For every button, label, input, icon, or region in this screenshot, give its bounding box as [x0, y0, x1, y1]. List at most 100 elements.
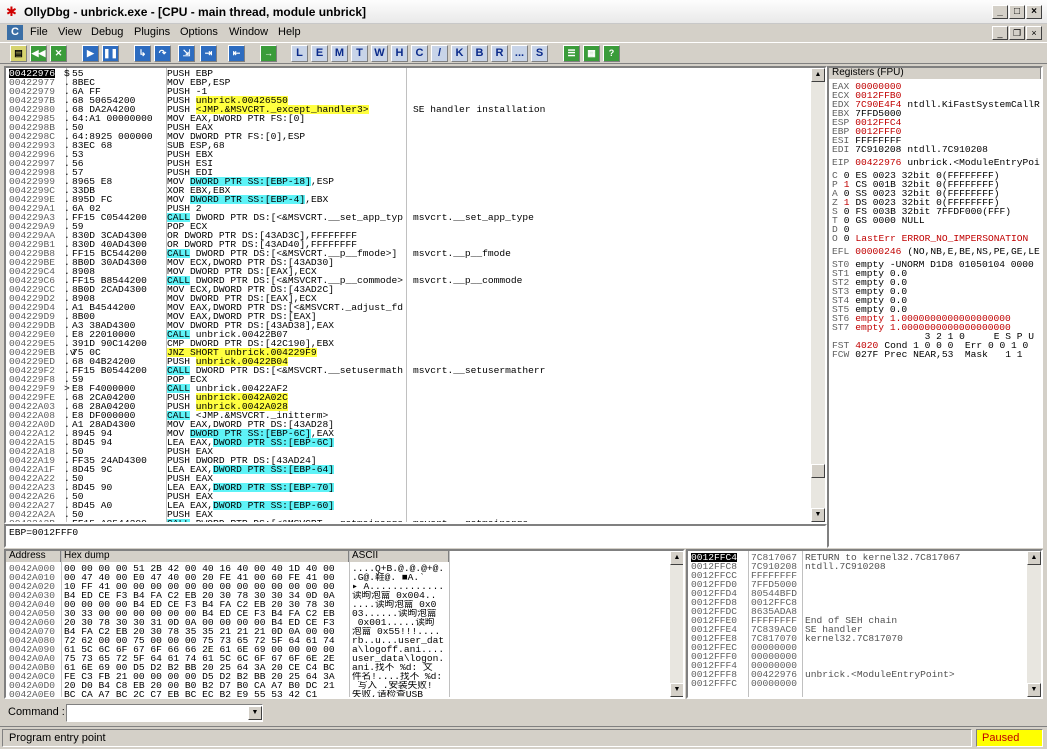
disassembly-scrollbar[interactable]: ▲ ▼	[811, 68, 825, 522]
register-line[interactable]: EFL 00000246 (NO,NB,E,BE,NS,PE,GE,LE)	[832, 247, 1040, 256]
dump-row[interactable]: 0042A0B0 61 6E 69 00 D5 D2 B2 BB 20 25 64…	[6, 663, 683, 673]
disassembly-row[interactable]: 004229BE. 8B0D 30AD4300 MOV ECX,DWORD PTR …	[6, 258, 825, 268]
run-icon[interactable]: ▶	[82, 45, 99, 62]
menu-file[interactable]: File	[30, 26, 48, 38]
scroll-up-icon[interactable]: ▲	[811, 68, 825, 82]
stack-row[interactable]: 0012FFF4 00000000	[688, 661, 1041, 671]
stack-row[interactable]: 0012FFD8 0012FFC8	[688, 598, 1041, 608]
call-stack-button[interactable]: K	[451, 45, 468, 62]
log-window-button[interactable]: L	[291, 45, 308, 62]
dump-header-ascii[interactable]: ASCII	[349, 551, 449, 562]
stack-row[interactable]: 0012FFF8 00422976 unbrick.<ModuleEntryPoin…	[688, 670, 1041, 680]
disassembly-row[interactable]: 00422A19. FF35 24AD4300 PUSH DWORD PTR DS:…	[6, 456, 825, 466]
mdi-close-button[interactable]: ×	[1026, 26, 1042, 40]
grid-icon[interactable]: ▦	[583, 45, 600, 62]
mdi-minimize-button[interactable]: _	[992, 26, 1008, 40]
disassembly-row[interactable]: 00422996. 53 PUSH EBX	[6, 150, 825, 160]
register-line[interactable]: ST1 empty 0.0	[832, 269, 1040, 278]
disassembly-row[interactable]: 00422977. 8BEC MOV EBP,ESP	[6, 78, 825, 88]
register-line[interactable]: ST0 empty -UNORM D1D8 01050104 0000	[832, 260, 1040, 269]
stack-row[interactable]: 0012FFEC 00000000	[688, 643, 1041, 653]
disassembly-row[interactable]: 00422A27. 8D45 A0 LEA EAX,DWORD PTR SS:[EB…	[6, 501, 825, 510]
dump-row[interactable]: 0042A070 B4 FA C2 EB 20 30 78 35 35 21 21…	[6, 627, 683, 637]
command-dropdown-icon[interactable]: ▼	[248, 706, 262, 720]
stack-row[interactable]: 0012FFFC 00000000	[688, 679, 1041, 689]
disassembly-row[interactable]: 00422976 $55 PUSH EBP	[6, 69, 825, 78]
disassembly-row[interactable]: 00422980. 68 DA2A4200 PUSH <JMP.&MSVCRT._e…	[6, 105, 825, 115]
dump-row[interactable]: 0042A020 10 FF 41 00 00 00 00 00 00 00 00…	[6, 582, 683, 592]
menu-debug[interactable]: Debug	[91, 26, 123, 38]
close-button[interactable]: ×	[1026, 5, 1042, 19]
stack-row[interactable]: 0012FFDC 8635ADA8	[688, 607, 1041, 617]
register-line[interactable]: EBX 7FFD5000	[832, 109, 1040, 118]
run-trace-button[interactable]: ...	[511, 45, 528, 62]
register-line[interactable]: ST2 empty 0.0	[832, 278, 1040, 287]
disassembly-row[interactable]: 00422A15. 8D45 94 LEA EAX,DWORD PTR SS:[EB…	[6, 438, 825, 447]
scroll-up-icon[interactable]: ▲	[670, 551, 683, 565]
disassembly-row[interactable]: 00422999. 8965 E8 MOV DWORD PTR SS:[EBP-18…	[6, 177, 825, 187]
disassembly-row[interactable]: 00422A23. 8D45 90 LEA EAX,DWORD PTR SS:[EB…	[6, 483, 825, 492]
register-line[interactable]: A 0 SS 0023 32bit 0(FFFFFFFF)	[832, 189, 1040, 198]
register-line[interactable]: FCW 027F Prec NEAR,53 Mask 1 1	[832, 350, 1040, 359]
stack-scrollbar[interactable]: ▲ ▼	[1027, 551, 1041, 697]
disassembly-row[interactable]: 004229C6. FF15 B8544200 CALL DWORD PTR DS:…	[6, 276, 825, 286]
dump-row[interactable]: 0042A0C0 FE C3 FB 21 00 00 00 00 D5 D2 B2…	[6, 672, 683, 682]
dump-row[interactable]: 0042A030 B4 ED CE F3 B4 FA C2 EB 20 30 78…	[6, 591, 683, 601]
disassembly-row[interactable]: 004229F8. 59 POP ECX	[6, 375, 825, 385]
dump-row[interactable]: 0042A0D0 20 D0 B4 C8 EB 20 00 B0 B2 D7 B0…	[6, 681, 683, 691]
menu-view[interactable]: View	[58, 26, 82, 38]
registers-pane[interactable]: Registers (FPU) EAX 00000000 ECX 0012FFB0 ED…	[827, 66, 1043, 548]
menu-plugins[interactable]: Plugins	[134, 26, 170, 38]
list-icon[interactable]: ☰	[563, 45, 580, 62]
breakpoints-window-button[interactable]: B	[471, 45, 488, 62]
disassembly-row[interactable]: 00422A26. 50 PUSH EAX	[6, 492, 825, 502]
disassembly-row[interactable]: 004229AA. 830D 3CAD4300 OR DWORD PTR DS:[4…	[6, 231, 825, 241]
menu-options[interactable]: Options	[180, 26, 218, 38]
dump-row[interactable]: 0042A040 00 00 00 00 B4 ED CE F3 B4 FA C2…	[6, 600, 683, 610]
stack-row[interactable]: 0012FFCC FFFFFFFF	[688, 571, 1041, 581]
register-line[interactable]: ECX 0012FFB0	[832, 91, 1040, 100]
stack-pane[interactable]: 0012FFC4 7C817067 RETURN to kernel32.7C817…	[686, 549, 1043, 699]
dump-row[interactable]: 0042A050 30 33 00 00 00 00 00 00 B4 ED CE…	[6, 609, 683, 619]
register-line[interactable]: EBP 0012FFF0	[832, 127, 1040, 136]
open-icon[interactable]: ▤	[10, 45, 27, 62]
disassembly-row[interactable]: 004229D2. 8908 MOV DWORD PTR DS:[EAX],ECX	[6, 294, 825, 304]
dump-row[interactable]: 0042A0E0 BC CA A7 BC 2C C7 EB BC EC B2 E9…	[6, 690, 683, 697]
step-into-icon[interactable]: ↳	[134, 45, 151, 62]
dump-row[interactable]: 0042A0A0 75 73 65 72 5F 64 61 74 61 5C 6C…	[6, 654, 683, 664]
register-line[interactable]: Z 1 DS 0023 32bit 0(FFFFFFFF)	[832, 198, 1040, 207]
register-line[interactable]: EDX 7C90E4F4 ntdll.KiFastSystemCallRet	[832, 100, 1040, 109]
register-line[interactable]: ST3 empty 0.0	[832, 287, 1040, 296]
trace-over-icon[interactable]: ⇥	[200, 45, 217, 62]
disassembly-row[interactable]: 00422A18. 50 PUSH EAX	[6, 447, 825, 457]
step-over-icon[interactable]: ↷	[154, 45, 171, 62]
references-window-button[interactable]: R	[491, 45, 508, 62]
pause-icon[interactable]: ❚❚	[102, 45, 119, 62]
disassembly-row[interactable]: 004229FE. 68 2CA04200 PUSH unbrick.0042A02…	[6, 393, 825, 402]
dump-row[interactable]: 0042A000 00 00 00 00 51 2B 42 00 40 16 40…	[6, 564, 683, 574]
disassembly-row[interactable]: 004229B8. FF15 BC544200 CALL DWORD PTR DS:…	[6, 249, 825, 259]
disassembly-row[interactable]: 0042299C. 33DB XOR EBX,EBX	[6, 186, 825, 196]
disassembly-row[interactable]: 004229D4. A1 B4544200 MOV EAX,DWORD PTR DS…	[6, 303, 825, 313]
disassembly-row[interactable]: 0042298B. 50 PUSH EAX	[6, 123, 825, 133]
dump-header-address[interactable]: Address	[6, 551, 61, 562]
scroll-thumb[interactable]	[811, 464, 825, 478]
windows-window-button[interactable]: W	[371, 45, 388, 62]
disassembly-row[interactable]: 00422A12. 8945 94 MOV DWORD PTR SS:[EBP-6C…	[6, 429, 825, 439]
disassembly-row[interactable]: 00422979. 6A FF PUSH -1	[6, 87, 825, 97]
disassembly-row[interactable]: 0042298C. 64:8925 000000 MOV DWORD PTR FS:…	[6, 132, 825, 142]
maximize-button[interactable]: □	[1009, 5, 1025, 19]
disassembly-row[interactable]: 004229F9 > E8 F4000000 CALL unbrick.00422AF…	[6, 384, 825, 394]
disassembly-row[interactable]: 004229CC. 8B0D 2CAD4300 MOV ECX,DWORD PTR …	[6, 285, 825, 295]
execute-till-return-icon[interactable]: ⇤	[228, 45, 245, 62]
disassembly-row[interactable]: 00422993. 83EC 68 SUB ESP,68	[6, 141, 825, 151]
register-line[interactable]: C 0 ES 0023 32bit 0(FFFFFFFF)	[832, 171, 1040, 180]
mdi-restore-button[interactable]: ❐	[1009, 26, 1025, 40]
register-line[interactable]: ST7 empty 1.0000000000000000000	[832, 323, 1040, 332]
stack-row[interactable]: 0012FFE0 FFFFFFFF End of SEH chain	[688, 616, 1041, 626]
disassembly-row[interactable]: 004229EB .v 75 0C JNZ SHORT unbrick.004229F…	[6, 348, 825, 357]
disassembly-row[interactable]: 00422997. 56 PUSH ESI	[6, 159, 825, 169]
register-line[interactable]: ST6 empty 1.0000000000000000000	[832, 314, 1040, 323]
trace-into-icon[interactable]: ⇲	[178, 45, 195, 62]
disassembly-row[interactable]: 00422A08. E8 DF000000 CALL <JMP.&MSVCRT._i…	[6, 411, 825, 421]
